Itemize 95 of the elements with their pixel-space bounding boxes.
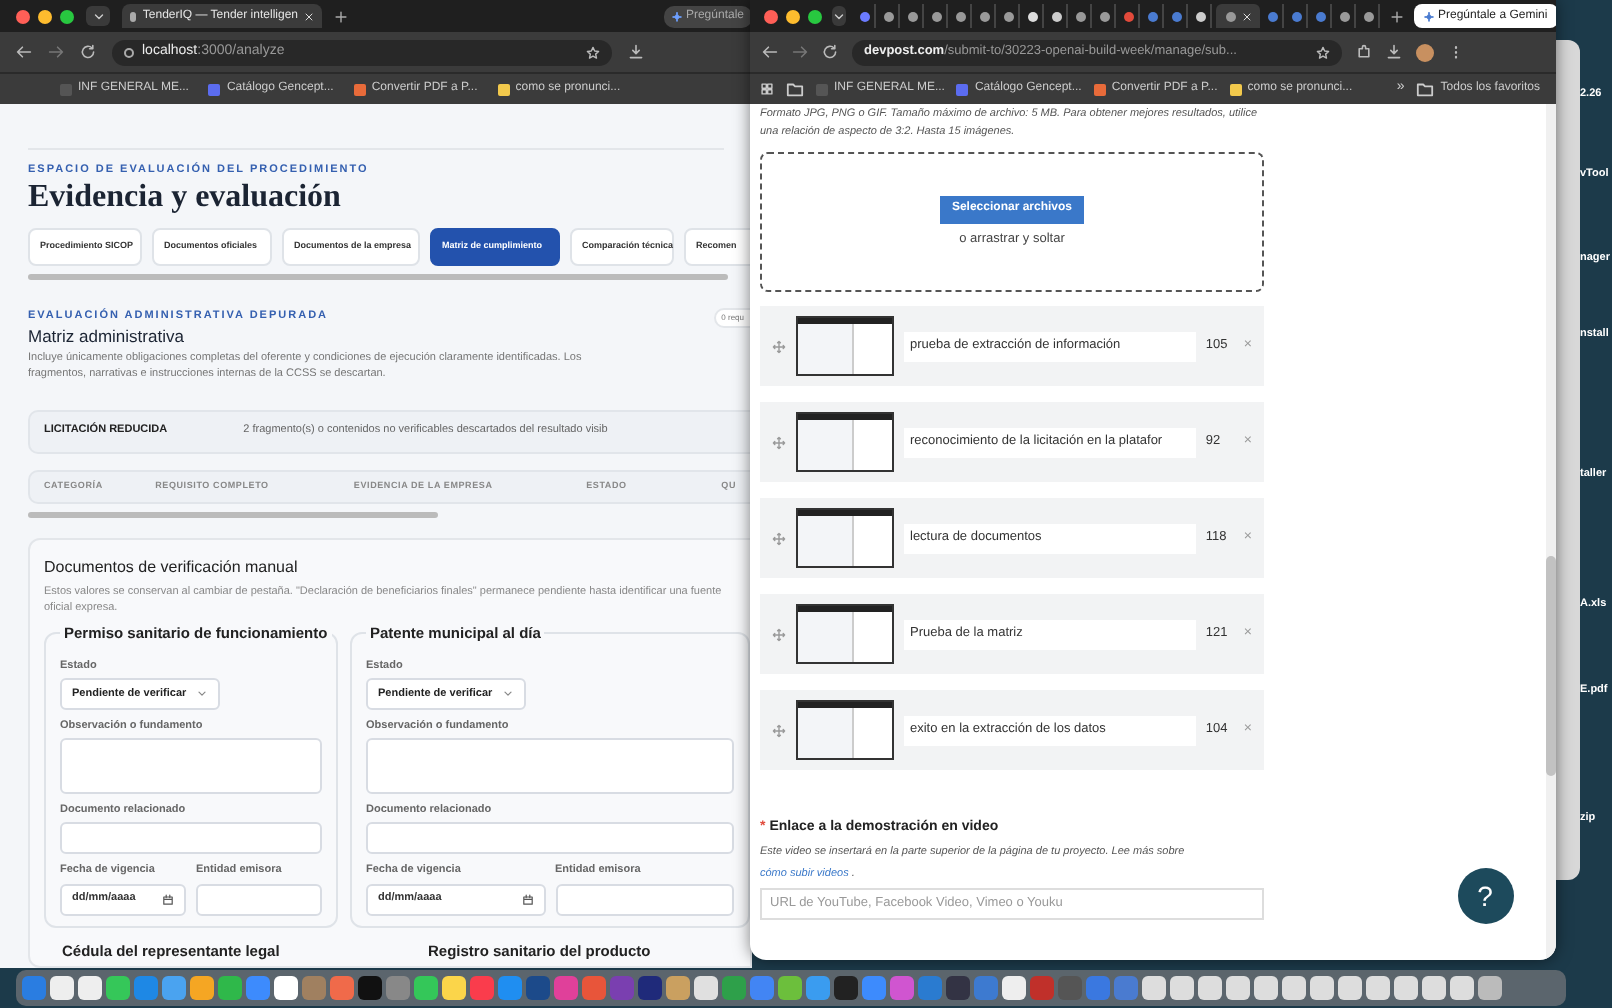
screenshot-thumbnail — [796, 604, 894, 664]
app-icon[interactable] — [1478, 976, 1502, 1000]
maximize-window-icon[interactable] — [60, 9, 74, 23]
forward-icon[interactable] — [792, 44, 808, 60]
app-icon[interactable] — [358, 976, 382, 1000]
browser-tab[interactable] — [1096, 4, 1116, 28]
textarea-field[interactable] — [60, 738, 322, 794]
close-icon[interactable] — [1241, 11, 1251, 21]
drag-handle-icon[interactable] — [772, 531, 786, 545]
screenshot-thumbnail — [796, 508, 894, 568]
reload-icon[interactable] — [80, 44, 96, 60]
browser-tab[interactable] — [952, 4, 972, 28]
new-tab-icon[interactable] — [1390, 9, 1404, 23]
app-icon[interactable] — [1254, 976, 1278, 1000]
app-icon[interactable] — [694, 976, 718, 1000]
screenshot-thumbnail — [796, 412, 894, 472]
app-icon[interactable] — [834, 976, 858, 1000]
tab-list-button[interactable] — [832, 6, 846, 26]
app-icon[interactable] — [1310, 976, 1334, 1000]
app-icon[interactable] — [50, 976, 74, 1000]
chevron-down-icon — [832, 9, 846, 23]
browser-tab[interactable] — [1360, 4, 1380, 28]
profile-avatar[interactable] — [1416, 43, 1434, 61]
browser-tab[interactable] — [1336, 4, 1356, 28]
app-icon[interactable] — [414, 976, 438, 1000]
app-icon[interactable] — [442, 976, 466, 1000]
section-title: Matriz administrativa — [28, 325, 186, 347]
scrollbar[interactable] — [1546, 104, 1556, 960]
app-icon[interactable] — [1338, 976, 1362, 1000]
screenshot-thumbnail — [796, 700, 894, 760]
input-field[interactable] — [60, 822, 322, 855]
extensions-icon[interactable] — [1356, 44, 1372, 60]
screenshot-thumbnail — [796, 316, 894, 376]
app-icon[interactable] — [1198, 976, 1222, 1000]
minimize-window-icon[interactable] — [38, 9, 52, 23]
input-field[interactable] — [555, 883, 734, 915]
app-icon[interactable] — [1142, 976, 1166, 1000]
panel-title: Documentos de verificación manual — [44, 555, 300, 579]
star-icon[interactable] — [1316, 45, 1330, 59]
app-icon[interactable] — [1282, 976, 1306, 1000]
chevron-down-icon — [502, 687, 514, 700]
app-icon[interactable] — [106, 976, 130, 1000]
chevron-down-icon — [91, 9, 105, 23]
app-icon[interactable] — [1170, 976, 1194, 1000]
maximize-window-icon[interactable] — [808, 9, 822, 23]
browser-tab[interactable] — [880, 4, 900, 28]
browser-tab[interactable] — [928, 4, 948, 28]
chevron-down-icon — [196, 687, 208, 700]
drag-handle-icon[interactable] — [772, 627, 786, 641]
app-icon[interactable] — [274, 976, 298, 1000]
tab-list-button[interactable] — [86, 6, 110, 26]
browser-tab[interactable] — [1024, 4, 1044, 28]
input-field[interactable] — [366, 822, 734, 855]
calendar-icon[interactable] — [162, 893, 174, 905]
drag-handle-icon[interactable] — [772, 723, 786, 737]
close-window-icon[interactable] — [16, 9, 30, 23]
browser-tab[interactable] — [1048, 4, 1068, 28]
page-title: Evidencia y evaluación — [28, 178, 343, 219]
back-icon[interactable] — [16, 44, 32, 60]
calendar-icon[interactable] — [521, 893, 533, 905]
download-icon[interactable] — [1386, 44, 1402, 60]
folder-icon[interactable] — [786, 80, 804, 98]
folder-icon — [1416, 80, 1435, 98]
app-icon[interactable] — [666, 976, 690, 1000]
star-icon[interactable] — [586, 45, 600, 59]
sparkle-icon — [671, 11, 682, 21]
input-field[interactable] — [196, 883, 322, 915]
app-icon[interactable] — [1422, 976, 1446, 1000]
apps-icon[interactable] — [760, 82, 774, 96]
close-icon[interactable] — [304, 11, 314, 21]
app-icon[interactable] — [1366, 976, 1390, 1000]
sparkle-icon — [1424, 11, 1434, 21]
reload-icon[interactable] — [822, 44, 838, 60]
browser-tab[interactable] — [1192, 4, 1212, 28]
new-tab-icon[interactable] — [334, 9, 348, 23]
drag-handle-icon[interactable] — [772, 339, 786, 353]
back-icon[interactable] — [762, 44, 778, 60]
browser-tab[interactable] — [1072, 4, 1092, 28]
minimize-window-icon[interactable] — [786, 9, 800, 23]
textarea-field[interactable] — [366, 738, 734, 794]
browser-tab[interactable] — [976, 4, 996, 28]
app-icon[interactable] — [1394, 976, 1418, 1000]
app-icon[interactable] — [1002, 976, 1026, 1000]
app-icon[interactable] — [778, 976, 802, 1000]
app-icon[interactable] — [1226, 976, 1250, 1000]
close-window-icon[interactable] — [764, 9, 778, 23]
browser-tab[interactable] — [904, 4, 924, 28]
help-button[interactable]: ? — [1457, 868, 1513, 924]
drag-handle-icon[interactable] — [772, 435, 786, 449]
app-icon[interactable] — [1450, 976, 1474, 1000]
browser-tab[interactable] — [1000, 4, 1020, 28]
forward-icon[interactable] — [48, 44, 64, 60]
app-icon[interactable] — [190, 976, 214, 1000]
download-icon[interactable] — [628, 44, 644, 60]
app-icon[interactable] — [78, 976, 102, 1000]
